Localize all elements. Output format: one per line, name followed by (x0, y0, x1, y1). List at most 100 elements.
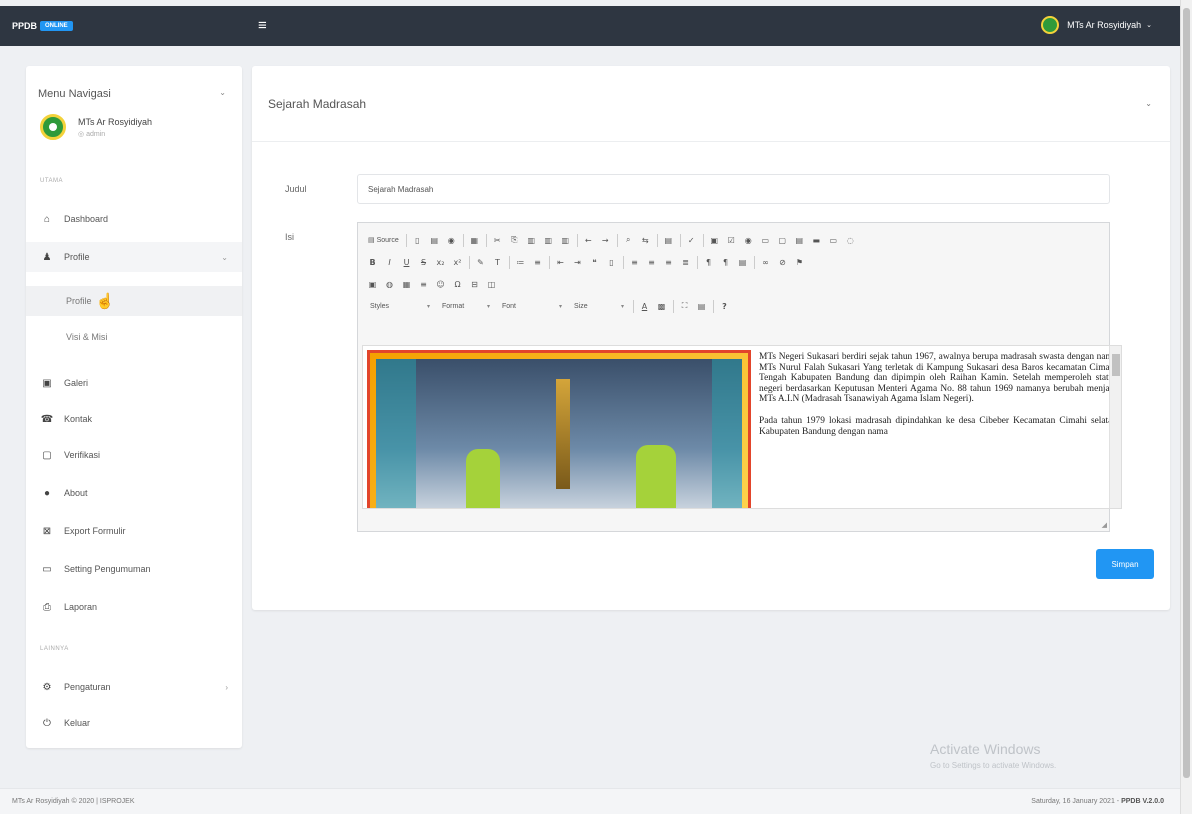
show-blocks-icon[interactable]: ▤ (695, 300, 708, 313)
sidebar-item-dashboard[interactable]: ⌂ Dashboard (26, 204, 242, 234)
content-photo[interactable] (367, 350, 751, 508)
sidebar-item-export-formulir[interactable]: ⊠ Export Formulir (26, 516, 242, 546)
cut-icon[interactable]: ✂ (491, 234, 504, 247)
preview-icon[interactable]: ◉ (445, 234, 458, 247)
brand-logo[interactable]: PPDB ONLINE (0, 21, 73, 31)
sidebar-subitem-profile[interactable]: Profile ☝ (26, 286, 242, 316)
special-char-icon[interactable]: Ω (451, 278, 464, 291)
sidebar-subitem-visi-misi[interactable]: Visi & Misi (26, 322, 242, 352)
sidebar-item-setting-pengumuman[interactable]: ▭ Setting Pengumuman (26, 554, 242, 584)
blockquote-icon[interactable]: ❝ (588, 256, 601, 269)
copy-format-icon[interactable]: ✎ (474, 256, 487, 269)
paste-text-icon[interactable]: ▥ (542, 234, 555, 247)
replace-icon[interactable]: ⇆ (639, 234, 652, 247)
undo-icon[interactable]: ← (582, 234, 595, 247)
outdent-icon[interactable]: ⇤ (554, 256, 567, 269)
remove-format-icon[interactable]: T (491, 256, 504, 269)
redo-icon[interactable]: → (599, 234, 612, 247)
unlink-icon[interactable]: ⊘ (776, 256, 789, 269)
ltr-icon[interactable]: ¶ (702, 256, 715, 269)
sidebar-item-laporan[interactable]: ⎙ Laporan (26, 592, 242, 622)
paste-word-icon[interactable]: ▥ (559, 234, 572, 247)
find-icon[interactable]: ⌕ (622, 234, 635, 247)
top-navbar: PPDB ONLINE ≡ MTs Ar Rosyidiyah ⌄ (0, 6, 1180, 46)
sidebar-item-keluar[interactable]: ⏻ Keluar (26, 708, 242, 738)
chevron-down-icon: ⌄ (1146, 22, 1152, 29)
smiley-icon[interactable]: ☺ (434, 278, 447, 291)
power-icon: ⏻ (43, 717, 51, 729)
align-right-icon[interactable]: ≡ (662, 256, 675, 269)
styles-dropdown[interactable]: Styles ▾ (366, 299, 434, 313)
user-menu[interactable]: MTs Ar Rosyidiyah ⌄ (1041, 16, 1152, 34)
hamburger-menu-icon[interactable]: ≡ (258, 18, 267, 34)
brand-name: PPDB (12, 21, 38, 31)
language-icon[interactable]: ▤ (736, 256, 749, 269)
table-icon[interactable]: ▦ (400, 278, 413, 291)
subscript-icon[interactable]: x₂ (434, 256, 447, 269)
div-icon[interactable]: ▯ (605, 256, 618, 269)
align-left-icon[interactable]: ≡ (628, 256, 641, 269)
format-dropdown[interactable]: Format ▾ (438, 299, 494, 313)
judul-input[interactable]: Sejarah Madrasah (357, 174, 1110, 204)
underline-icon[interactable]: U (400, 256, 413, 269)
collapse-chevron-icon[interactable]: ⌄ (1145, 99, 1152, 108)
maximize-icon[interactable]: ⛶ (678, 300, 691, 313)
superscript-icon[interactable]: x² (451, 256, 464, 269)
link-icon[interactable]: ∞ (759, 256, 772, 269)
horizontal-line-icon[interactable]: ≡ (417, 278, 430, 291)
page-scrollbar[interactable] (1180, 0, 1192, 814)
bg-color-icon[interactable]: ▩ (655, 300, 668, 313)
sidebar-header[interactable]: Menu Navigasi ⌄ (26, 66, 242, 100)
insert-image-icon[interactable]: ▣ (366, 278, 379, 291)
sidebar-item-kontak[interactable]: ☎ Kontak (26, 404, 242, 434)
italic-icon[interactable]: I (383, 256, 396, 269)
flash-icon[interactable]: ◍ (383, 278, 396, 291)
spellcheck-icon[interactable]: ✓ (685, 234, 698, 247)
help-icon[interactable]: ? (718, 300, 731, 313)
sidebar-item-pengaturan[interactable]: ⚙ Pengaturan › (26, 672, 242, 702)
sidebar-user: MTs Ar Rosyidiyah ◎ admin (26, 100, 242, 140)
strike-icon[interactable]: S (417, 256, 430, 269)
hidden-field-icon[interactable]: ◌ (844, 234, 857, 247)
iframe-icon[interactable]: ◫ (485, 278, 498, 291)
sidebar-item-galeri[interactable]: ▣ Galeri (26, 368, 242, 398)
numbered-list-icon[interactable]: ≔ (514, 256, 527, 269)
sidebar-item-verifikasi[interactable]: ▢ Verifikasi (26, 440, 242, 470)
align-center-icon[interactable]: ≡ (645, 256, 658, 269)
editor-content-area[interactable]: MTs Negeri Sukasari berdiri sejak tahun … (362, 345, 1122, 509)
editor-scrollbar[interactable] (1109, 346, 1121, 508)
resize-handle-icon[interactable]: ◢ (1102, 521, 1107, 529)
templates-icon[interactable]: ▦ (468, 234, 481, 247)
bulleted-list-icon[interactable]: ≡ (531, 256, 544, 269)
save-doc-icon[interactable]: ▤ (428, 234, 441, 247)
size-label: Size (574, 302, 588, 310)
paste-icon[interactable]: ▥ (525, 234, 538, 247)
justify-icon[interactable]: ≣ (679, 256, 692, 269)
text-color-icon[interactable]: A (638, 300, 651, 313)
radio-icon[interactable]: ◉ (742, 234, 755, 247)
sidebar-heading: Menu Navigasi (38, 88, 111, 100)
sidebar-item-profile[interactable]: ♟ Profile ⌄ (26, 242, 242, 272)
textfield-icon[interactable]: ▭ (759, 234, 772, 247)
checkbox-icon[interactable]: ☑ (725, 234, 738, 247)
bold-icon[interactable]: B (366, 256, 379, 269)
footer-date-version: Saturday, 16 January 2021 - PPDB V.2.0.0 (1031, 798, 1164, 805)
sidebar-item-label: Setting Pengumuman (64, 564, 151, 574)
copy-icon[interactable]: ⎘ (508, 234, 521, 247)
form-icon[interactable]: ▣ (708, 234, 721, 247)
select-all-icon[interactable]: ▤ (662, 234, 675, 247)
button-field-icon[interactable]: ▬ (810, 234, 823, 247)
textarea-icon[interactable]: ▢ (776, 234, 789, 247)
sidebar-item-about[interactable]: ● About (26, 478, 242, 508)
save-button[interactable]: Simpan (1096, 549, 1154, 579)
select-field-icon[interactable]: ▤ (793, 234, 806, 247)
new-page-icon[interactable]: ▯ (411, 234, 424, 247)
indent-icon[interactable]: ⇥ (571, 256, 584, 269)
page-break-icon[interactable]: ⊟ (468, 278, 481, 291)
rtl-icon[interactable]: ¶ (719, 256, 732, 269)
font-dropdown[interactable]: Font ▾ (498, 299, 566, 313)
image-button-icon[interactable]: ▭ (827, 234, 840, 247)
source-button[interactable]: ▤ Source (366, 234, 401, 247)
anchor-icon[interactable]: ⚑ (793, 256, 806, 269)
size-dropdown[interactable]: Size ▾ (570, 299, 628, 313)
